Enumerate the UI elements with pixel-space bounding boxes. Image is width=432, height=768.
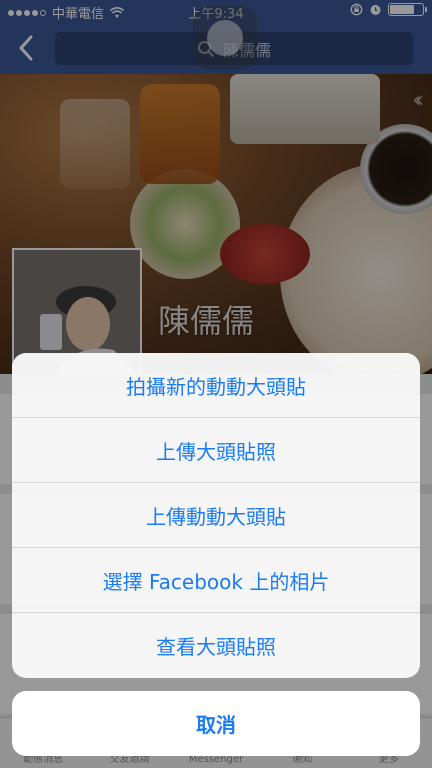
view-profile-photo-button[interactable]: 查看大頭貼照 [12,613,420,678]
take-new-profile-video-button[interactable]: 拍攝新的動動大頭貼 [12,353,420,418]
choose-facebook-photo-button[interactable]: 選擇 Facebook 上的相片 [12,548,420,613]
action-sheet: 拍攝新的動動大頭貼 上傳大頭貼照 上傳動動大頭貼 選擇 Facebook 上的相… [12,353,420,678]
upload-profile-video-button[interactable]: 上傳動動大頭貼 [12,483,420,548]
upload-profile-photo-button[interactable]: 上傳大頭貼照 [12,418,420,483]
cancel-button[interactable]: 取消 [12,691,420,756]
